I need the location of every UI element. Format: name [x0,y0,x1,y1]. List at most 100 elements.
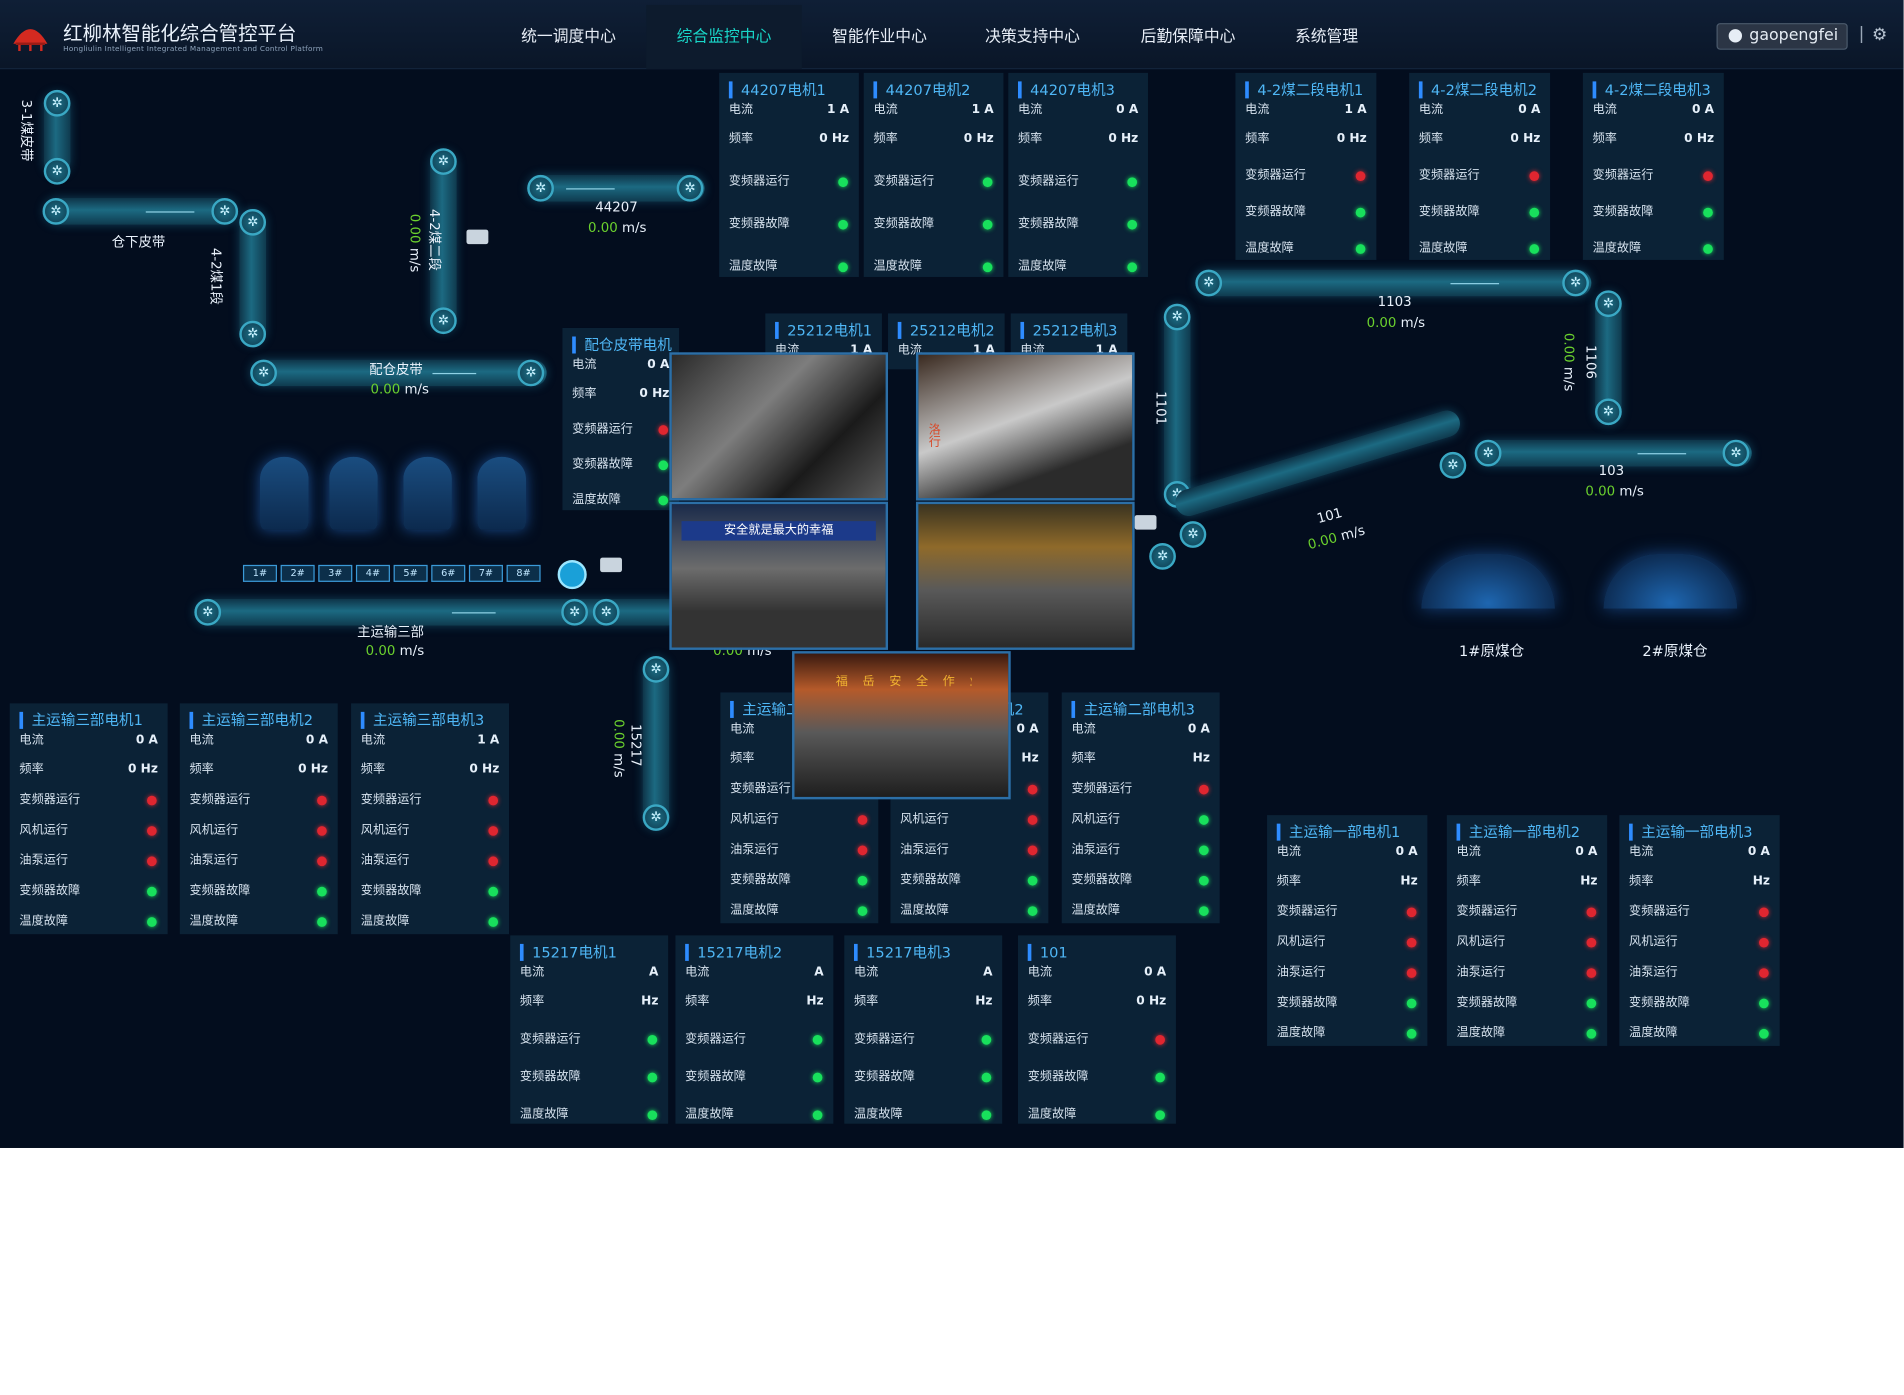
video-feed-1[interactable] [669,352,889,501]
camera-icon[interactable] [1134,515,1157,530]
status-dot-icon [1529,244,1540,254]
video-overlay-text: 安全就是最大的幸福 [681,521,876,541]
status-row: 油泵运行 [1071,842,1209,859]
bin-6[interactable]: 6# [431,564,466,582]
status-row: 温度故障 [1245,241,1366,258]
motor-card[interactable]: 主运输三部电机2 电流 0 A 频率 0 Hz 变频器运行 风机运行 油泵运行 变频器故障 温度故… [179,703,338,935]
motor-card[interactable]: 4-2煤二段电机3 电流 0 A 频率 0 Hz 变频器运行 变频器故障 温度故障 [1582,72,1724,260]
nav-system-management[interactable]: 系统管理 [1268,5,1385,69]
frequency-row: 频率 0 Hz [360,762,500,777]
bin-4[interactable]: 4# [355,564,390,582]
status-row: 变频器故障 [730,872,868,889]
frequency-row: 频率 0 Hz [19,762,158,777]
status-row: 风机运行 [1071,811,1209,828]
roller-icon: ✲ [1163,303,1191,331]
bin-7[interactable]: 7# [468,564,503,582]
motor-card[interactable]: 4-2煤二段电机2 电流 0 A 频率 0 Hz 变频器运行 变频器故障 温度故障 [1409,72,1551,260]
bin-1[interactable]: 1# [242,564,277,582]
motor-card[interactable]: 配仓皮带电机 电流 0 A 频率 0 Hz 变频器运行 变频器故障 温度故障 [562,327,680,511]
motor-card[interactable]: 主运输三部电机3 电流 1 A 频率 0 Hz 变频器运行 风机运行 油泵运行 变频器故障 温度故… [351,703,510,935]
motor-card[interactable]: 15217电机3 电流 A 频率 Hz 变频器运行 变频器故障 温度故障 [844,935,1003,1124]
status-row: 温度故障 [361,914,499,931]
status-dot-icon [658,425,669,435]
motor-card[interactable]: 主运输三部电机1 电流 0 A 频率 0 Hz 变频器运行 风机运行 油泵运行 变频器故障 温度故… [9,703,168,935]
top-header: 红柳林智能化综合管控平台 Hongliulin Intelligent Inte… [0,0,1904,70]
current-row: 电流0 A [1629,845,1770,859]
status-dot-icon [812,1035,823,1045]
status-dot-icon [1155,1072,1165,1083]
roller-icon: ✲ [239,320,267,348]
nav-unified-dispatch[interactable]: 统一调度中心 [491,5,646,69]
status-dot-icon [981,1110,992,1121]
status-row: 温度故障 [1071,903,1209,920]
belt-101-speed: 0.00 m/s [1306,522,1367,553]
status-dot-icon [146,886,157,897]
status-row: 变频器故障 [361,883,499,900]
bin-2[interactable]: 2# [280,564,315,582]
motor-card[interactable]: 44207电机3 电流 0 A 频率 0 Hz 变频器运行 变频器故障 温度故障 [1008,72,1148,277]
raw-coal-silo-2-label: 2#原煤仓 [1642,642,1708,660]
status-dot-icon [647,1072,658,1083]
nav-intelligent-operation[interactable]: 智能作业中心 [802,5,957,69]
bin-5[interactable]: 5# [393,564,428,582]
frequency-row: 频率Hz [685,994,824,1009]
status-row: 风机运行 [1457,934,1598,951]
camera-icon[interactable] [466,229,489,245]
video-feed-2[interactable]: 洛行 [915,352,1135,501]
belt-103-speed: 0.00 m/s [1585,483,1644,500]
motor-card-title: 主运输三部电机1 [19,711,143,729]
nav-logistics[interactable]: 后勤保障中心 [1108,5,1268,69]
current-row: 电流0 A [1418,103,1541,117]
motor-card[interactable]: 主运输一部电机3 电流 0 A 频率 Hz 变频器运行 风机运行 油泵运行 变频器故障 温度故障 [1619,815,1780,1046]
video-feed-3[interactable]: 安全就是最大的幸福 [669,501,889,650]
motor-card[interactable]: 44207电机2 电流 1 A 频率 0 Hz 变频器运行 变频器故障 温度故障 [863,72,1004,277]
status-row: 温度故障 [854,1107,992,1124]
bin-8[interactable]: 8# [506,564,541,582]
status-row: 变频器故障 [572,457,669,474]
frequency-row: 频率Hz [519,994,659,1009]
motor-card[interactable]: 主运输一部电机1 电流 0 A 频率 Hz 变频器运行 风机运行 油泵运行 变频器故障 温度故障 [1267,815,1428,1046]
status-row: 变频器运行 [729,174,849,191]
belt-cangxia[interactable] [43,198,239,225]
motor-card[interactable]: 4-2煤二段电机1 电流 1 A 频率 0 Hz 变频器运行 变频器故障 温度故障 [1235,72,1377,260]
belt-4-2-seg1-label: 4-2煤1段 [207,247,224,305]
person-icon[interactable] [557,560,587,590]
current-row: 电流0 A [1456,845,1598,859]
user-menu[interactable]: gaopengfei [1716,23,1848,50]
belt-101[interactable] [1172,407,1464,520]
video-feed-4[interactable] [915,501,1135,650]
nav-integrated-monitoring[interactable]: 综合监控中心 [646,4,802,70]
camera-icon[interactable] [600,557,622,573]
current-row: 电流0 A [19,733,158,748]
belt-1103-label: 1103 [1377,293,1412,310]
motor-card[interactable]: 主运输二部电机3 电流 0 A 频率 Hz 变频器运行 风机运行 油泵运行 变频器故障 温度故障 [1061,692,1220,924]
motor-card[interactable]: 101 电流 0 A 频率 0 Hz 变频器运行 变频器故障 温度故障 [1018,935,1176,1124]
motor-card-title: 44207电机2 [873,81,970,99]
raw-coal-silo-1-label: 1#原煤仓 [1458,642,1525,660]
status-row: 油泵运行 [900,842,1038,859]
roller-icon: ✲ [42,198,70,225]
motor-card[interactable]: 15217电机1 电流 A 频率 Hz 变频器运行 变频器故障 温度故障 [510,935,669,1124]
motor-card[interactable]: 44207电机1 电流 1 A 频率 0 Hz 变频器运行 变频器故障 温度故障 [719,72,859,277]
header-separator: | [1858,24,1865,44]
status-row: 变频器故障 [1277,995,1418,1012]
roller-icon: ✲ [1595,398,1622,426]
bin-3[interactable]: 3# [318,564,353,582]
status-row: 油泵运行 [1457,965,1598,982]
user-icon [1728,29,1743,43]
motor-card[interactable]: 主运输一部电机2 电流 0 A 频率 Hz 变频器运行 风机运行 油泵运行 变频器故障 温度故障 [1446,815,1608,1046]
status-dot-icon [488,886,499,897]
status-row: 风机运行 [1629,934,1770,951]
belt-1103[interactable] [1195,269,1592,297]
gear-icon[interactable]: ⚙ [1872,26,1887,45]
video-feed-5[interactable]: 福岳安全作业 [792,651,1011,800]
motor-card[interactable]: 15217电机2 电流 A 频率 Hz 变频器运行 变频器故障 温度故障 [675,935,834,1124]
frequency-row: 频率Hz [1629,874,1770,889]
status-row: 温度故障 [572,492,669,509]
roller-icon: ✲ [211,198,239,225]
current-row: 电流 1 A [1245,103,1367,117]
username: gaopengfei [1749,26,1839,45]
status-dot-icon [1027,784,1038,795]
nav-decision-support[interactable]: 决策支持中心 [957,5,1108,69]
status-row: 温度故障 [730,903,868,920]
